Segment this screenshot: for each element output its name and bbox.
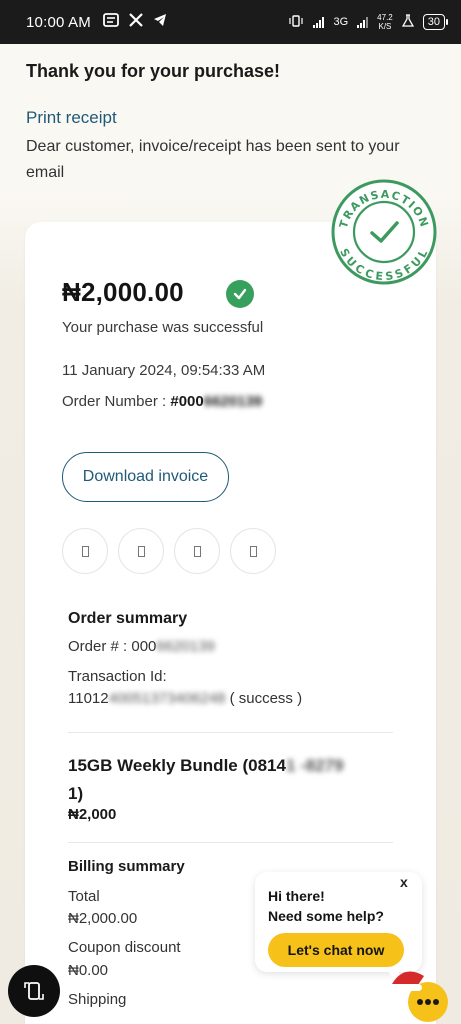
- billing-summary-title: Billing summary: [68, 858, 185, 875]
- billing-summary: Billing summary Total ₦2,000.00 Coupon d…: [68, 858, 268, 1008]
- coupon-label: Coupon discount: [68, 939, 181, 956]
- summary-order-number: Order # : 0006620139: [68, 638, 215, 655]
- divider: [68, 732, 393, 733]
- network-type: 3G: [333, 16, 349, 28]
- share-button-2[interactable]: [118, 528, 164, 574]
- system-icons: 3G 47.2 K/S 30: [288, 13, 449, 31]
- transaction-successful-stamp: TRANSACTION SUCCESSFUL: [331, 179, 437, 285]
- total-value: ₦2,000.00: [68, 910, 138, 927]
- lab-flask-icon: [401, 14, 414, 30]
- share-button-3[interactable]: [174, 528, 220, 574]
- rotate-phone-icon: [24, 982, 44, 1000]
- order-number: Order Number : #0006620139: [62, 393, 262, 410]
- share-button-1[interactable]: [62, 528, 108, 574]
- net-speed: 47.2 K/S: [377, 13, 393, 31]
- total-label: Total: [68, 888, 100, 905]
- order-number-prefix: #000: [170, 393, 204, 410]
- missing-glyph-icon: [193, 545, 201, 557]
- coupon-value: ₦0.00: [68, 962, 109, 979]
- chat-greeting: Hi there!: [268, 888, 325, 904]
- amount: ₦2,000.00: [62, 277, 184, 307]
- share-buttons: [62, 528, 276, 574]
- item-title: 15GB Weekly Bundle (08141 -8279 1): [68, 756, 344, 803]
- share-button-4[interactable]: [230, 528, 276, 574]
- transaction-id-label: Transaction Id:: [68, 668, 167, 685]
- telegram-icon: [153, 13, 167, 31]
- order-summary: Order summary Order # : 0006620139 Trans…: [68, 610, 393, 707]
- status-bar: 10:00 AM 3G 47.2 K/S 30: [0, 0, 461, 44]
- print-receipt-link[interactable]: Print receipt: [26, 108, 117, 128]
- battery-icon: 30: [422, 14, 449, 30]
- transaction-id: 1101240051373406248 ( success ): [68, 690, 303, 707]
- chat-close-button[interactable]: x: [400, 874, 408, 890]
- order-number-masked: 6620139: [203, 393, 263, 410]
- chat-now-button[interactable]: Let's chat now: [268, 933, 404, 967]
- page-title: Thank you for your purchase!: [26, 61, 281, 81]
- order-number-label: Order Number :: [62, 393, 171, 410]
- download-invoice-button[interactable]: Download invoice: [62, 452, 229, 502]
- shipping-label: Shipping: [68, 991, 127, 1008]
- purchase-datetime: 11 January 2024, 09:54:33 AM: [62, 362, 266, 379]
- signal-icon: [313, 16, 325, 28]
- missing-glyph-icon: [137, 545, 145, 557]
- missing-glyph-icon: [249, 545, 257, 557]
- divider: [68, 842, 393, 843]
- notification-icons: [103, 13, 167, 31]
- success-check-icon: [226, 280, 254, 308]
- notes-icon: [103, 13, 119, 31]
- chat-question: Need some help?: [268, 908, 384, 924]
- purchase-message: Your purchase was successful: [62, 319, 264, 336]
- status-time: 10:00 AM: [26, 13, 91, 31]
- item-price: ₦2,000: [68, 806, 117, 823]
- chat-santa-icon[interactable]: [386, 962, 452, 1024]
- floating-rotate-button[interactable]: [8, 965, 60, 1017]
- signal-2-icon: [357, 16, 369, 28]
- order-summary-title: Order summary: [68, 610, 188, 627]
- x-app-icon: [129, 13, 143, 31]
- vibrate-icon: [288, 14, 304, 30]
- missing-glyph-icon: [81, 545, 89, 557]
